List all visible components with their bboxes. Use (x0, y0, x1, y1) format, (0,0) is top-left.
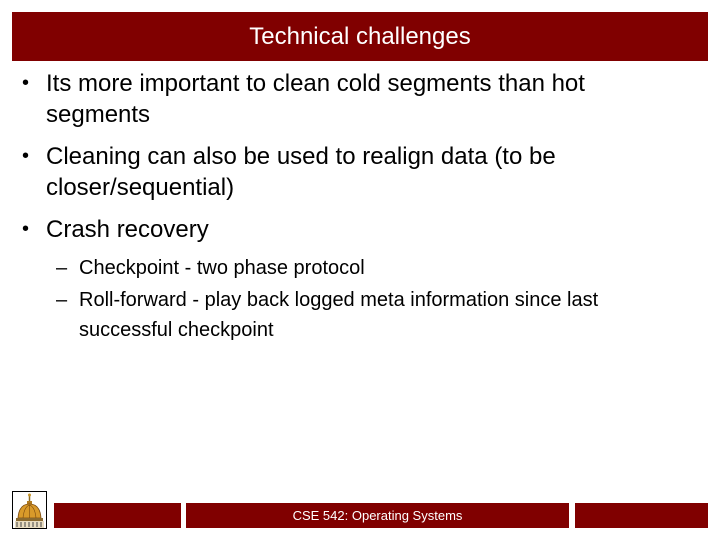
footer-center-bar: CSE 542: Operating Systems (186, 503, 569, 528)
sub-bullet-line: Checkpoint - two phase protocol (79, 257, 365, 279)
bullet-marker: • (22, 72, 30, 94)
footer-left-bar (54, 503, 181, 528)
sub-bullet-line: successful checkpoint (79, 319, 274, 341)
sub-bullet-text: Checkpoint - two phase protocol (79, 253, 709, 283)
bullet-line: closer/sequential) (46, 174, 235, 201)
golden-dome-logo-icon (12, 491, 47, 529)
bullet-text: Cleaning can also be used to realign dat… (46, 141, 710, 203)
bullet-marker: • (22, 218, 30, 240)
bullet-text: Crash recovery (46, 214, 710, 245)
bullet-line: Its more important to clean cold segment… (46, 70, 585, 97)
bullet-line: Crash recovery (46, 216, 209, 243)
sub-bullet-marker: – (56, 257, 68, 279)
bullet-text: Its more important to clean cold segment… (46, 68, 710, 130)
footer-course-title: CSE 542: Operating Systems (292, 508, 463, 523)
sub-bullet-marker: – (56, 289, 68, 311)
bullet-line: segments (46, 101, 151, 128)
footer-right-bar (575, 503, 708, 528)
slide-title: Technical challenges (249, 22, 471, 50)
sub-bullet-line: Roll-forward - play back logged meta inf… (79, 289, 599, 311)
bullet-line: Cleaning can also be used to realign dat… (46, 143, 556, 170)
title-bar: Technical challenges (12, 12, 708, 61)
sub-bullet-text: Roll-forward - play back logged meta inf… (79, 285, 709, 345)
bullet-marker: • (22, 145, 30, 167)
